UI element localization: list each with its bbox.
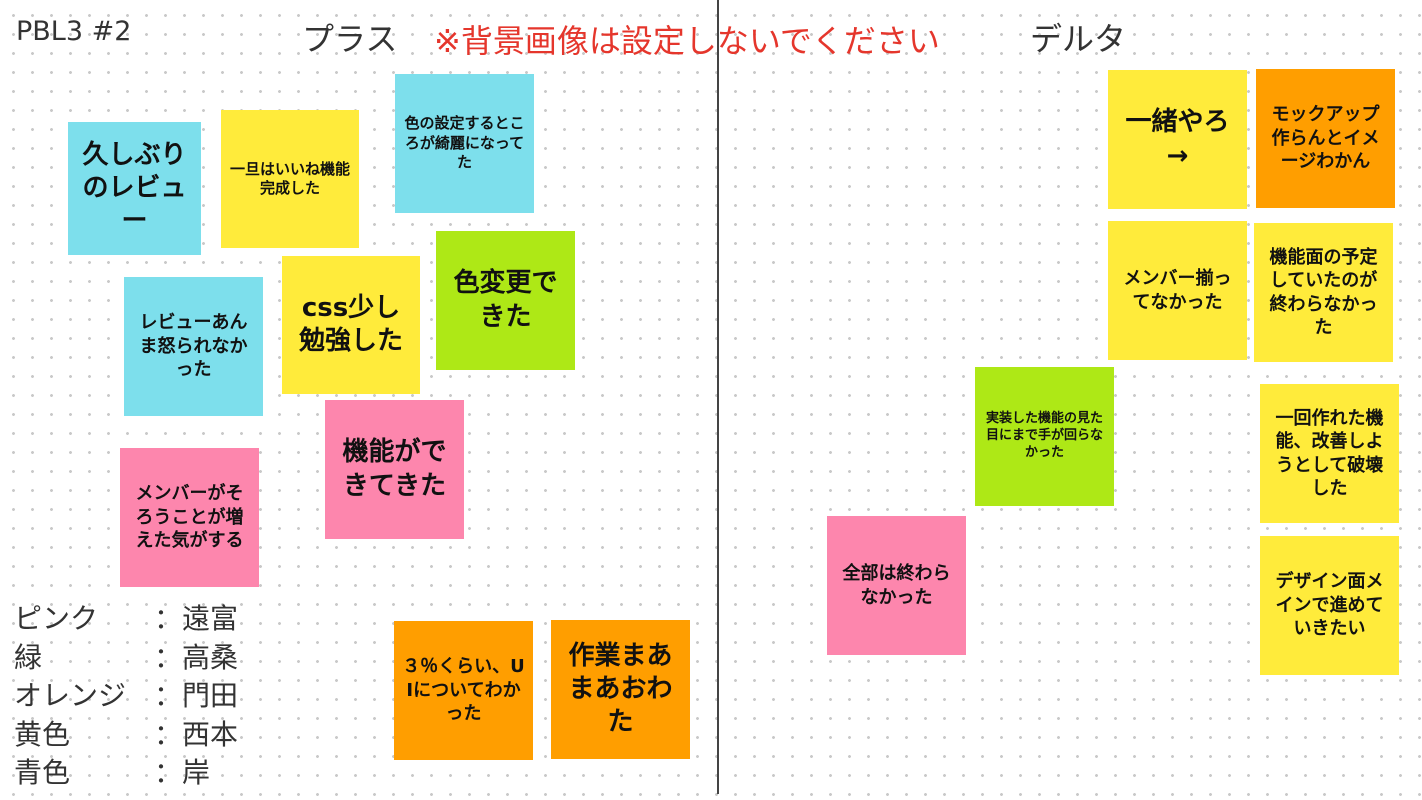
plus-heading: プラス bbox=[302, 20, 398, 58]
legend-color: オレンジ bbox=[14, 679, 127, 713]
sticky-note[interactable]: 一緒やろ→ bbox=[1108, 70, 1247, 209]
delta-heading: デルタ bbox=[1030, 20, 1127, 58]
sticky-note[interactable]: 色の設定するところが綺麗になってた bbox=[395, 74, 534, 213]
background-warning: ※背景画像は設定しないでください bbox=[434, 22, 940, 60]
sticky-note[interactable]: メンバーがそろうことが増えた気がする bbox=[120, 448, 259, 587]
sticky-note[interactable]: 一回作れた機能、改善しようとして破壊した bbox=[1260, 384, 1399, 523]
color-legend: ピンク ：遠富 緑 ：高桑 オレンジ ：門田 黄色 ：西本 青色 ：岸 bbox=[14, 598, 238, 791]
sticky-note[interactable]: 作業まあまあおわた bbox=[551, 620, 690, 759]
legend-row: ピンク ：遠富 bbox=[14, 598, 238, 637]
legend-member: ：高桑 bbox=[154, 640, 239, 674]
legend-member: ：門田 bbox=[154, 679, 239, 713]
legend-row: 青色 ：岸 bbox=[14, 752, 238, 791]
sticky-note[interactable]: 一旦はいいね機能完成した bbox=[221, 110, 359, 248]
legend-member: ：遠富 bbox=[154, 602, 239, 636]
legend-member: ：岸 bbox=[154, 756, 211, 790]
sticky-note[interactable]: レビューあんま怒られなかった bbox=[124, 277, 263, 416]
legend-color: ピンク bbox=[14, 602, 99, 636]
legend-member: ：西本 bbox=[154, 717, 239, 751]
sticky-note[interactable]: ３％くらい、UIについてわかった bbox=[394, 621, 533, 760]
legend-color: 緑 bbox=[14, 640, 43, 674]
sticky-note[interactable]: 実装した機能の見た目にまで手が回らなかった bbox=[975, 367, 1114, 506]
legend-color: 青色 bbox=[14, 756, 71, 790]
sticky-note[interactable]: メンバー揃ってなかった bbox=[1108, 221, 1247, 360]
sticky-note[interactable]: 機能ができてきた bbox=[325, 400, 464, 539]
sticky-note[interactable]: 機能面の予定していたのが終わらなかった bbox=[1254, 223, 1393, 362]
legend-row: 黄色 ：西本 bbox=[14, 714, 238, 753]
legend-row: オレンジ ：門田 bbox=[14, 675, 238, 714]
sticky-note[interactable]: 色変更できた bbox=[436, 231, 575, 370]
sticky-note[interactable]: 全部は終わらなかった bbox=[827, 516, 966, 655]
sticky-note[interactable]: 久しぶりのレビュー bbox=[68, 122, 201, 255]
board-title: PBL3 #2 bbox=[16, 16, 132, 47]
sticky-note[interactable]: デザイン面メインで進めていきたい bbox=[1260, 536, 1399, 675]
column-divider bbox=[717, 0, 719, 794]
legend-color: 黄色 bbox=[14, 717, 71, 751]
sticky-note[interactable]: モックアップ作らんとイメージわかん bbox=[1256, 69, 1395, 208]
sticky-note[interactable]: css少し勉強した bbox=[282, 256, 420, 394]
legend-row: 緑 ：高桑 bbox=[14, 637, 238, 676]
